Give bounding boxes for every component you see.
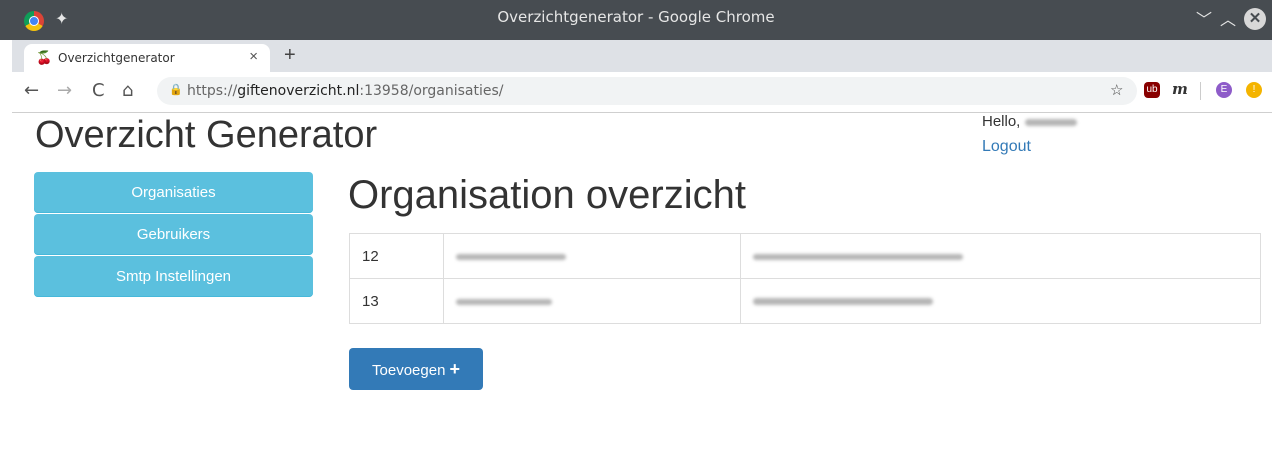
org-detail-cell [740, 278, 1261, 324]
back-button[interactable]: ← [24, 80, 39, 101]
url-text[interactable]: https://giftenoverzicht.nl:13958/organis… [187, 83, 504, 99]
app-title: Overzicht Generator [35, 114, 378, 156]
section-heading: Organisation overzicht [348, 173, 746, 217]
table-row[interactable]: 13 [349, 278, 1261, 324]
new-tab-button[interactable]: + [284, 44, 296, 67]
org-name-cell [443, 278, 741, 324]
home-button[interactable]: ⌂ [122, 80, 133, 101]
browser-tab[interactable]: 🍒 Overzichtgenerator × [24, 44, 270, 72]
logout-link[interactable]: Logout [982, 138, 1031, 156]
blurred-text [456, 298, 552, 305]
org-id-cell: 12 [349, 233, 444, 279]
add-organisation-button[interactable]: Toevoegen + [349, 348, 483, 390]
reload-button[interactable]: C [92, 80, 105, 101]
sidebar-item-organisaties[interactable]: Organisaties [34, 172, 313, 213]
alert-extension-icon[interactable]: ! [1246, 82, 1262, 98]
sidebar-item-smtp-instellingen[interactable]: Smtp Instellingen [34, 256, 313, 297]
blurred-text [753, 298, 933, 306]
blurred-text [753, 253, 963, 260]
organisations-table: 12 13 [349, 233, 1261, 324]
m-extension-icon[interactable]: m [1172, 80, 1188, 98]
org-detail-cell [740, 233, 1261, 279]
tab-close-icon[interactable]: × [249, 48, 258, 65]
blurred-username [1024, 118, 1077, 126]
address-bar[interactable]: 🔒 https://giftenoverzicht.nl:13958/organ… [157, 77, 1137, 105]
window-titlebar: ✦ Overzichtgenerator - Google Chrome ﹀ ︿… [0, 0, 1272, 40]
window-close-button[interactable]: ✕ [1244, 8, 1266, 30]
cherry-favicon-icon: 🍒 [36, 50, 53, 65]
profile-avatar[interactable]: E [1216, 82, 1232, 98]
user-greeting: Hello, [982, 113, 1077, 130]
toolbar-separator [1200, 82, 1201, 100]
org-name-cell [443, 233, 741, 279]
minimize-button[interactable]: ﹀ [1196, 6, 1212, 30]
maximize-button[interactable]: ︿ [1220, 6, 1236, 30]
forward-button[interactable]: → [57, 80, 72, 101]
tab-strip: 🍒 Overzichtgenerator × + [12, 40, 1272, 72]
plus-icon: + [449, 358, 460, 379]
tab-title: Overzichtgenerator [58, 51, 175, 65]
bookmark-star-icon[interactable]: ☆ [1110, 81, 1123, 99]
sidebar-nav: Organisaties Gebruikers Smtp Instellinge… [34, 172, 313, 298]
org-id-cell: 13 [349, 278, 444, 324]
ublock-extension-icon[interactable]: ub [1144, 82, 1160, 98]
browser-toolbar: ← → C ⌂ 🔒 https://giftenoverzicht.nl:139… [12, 72, 1272, 113]
window-title: Overzichtgenerator - Google Chrome [497, 8, 775, 26]
sidebar-item-gebruikers[interactable]: Gebruikers [34, 214, 313, 255]
blurred-text [456, 253, 566, 260]
table-row[interactable]: 12 [349, 233, 1261, 279]
lock-icon: 🔒 [169, 84, 183, 96]
